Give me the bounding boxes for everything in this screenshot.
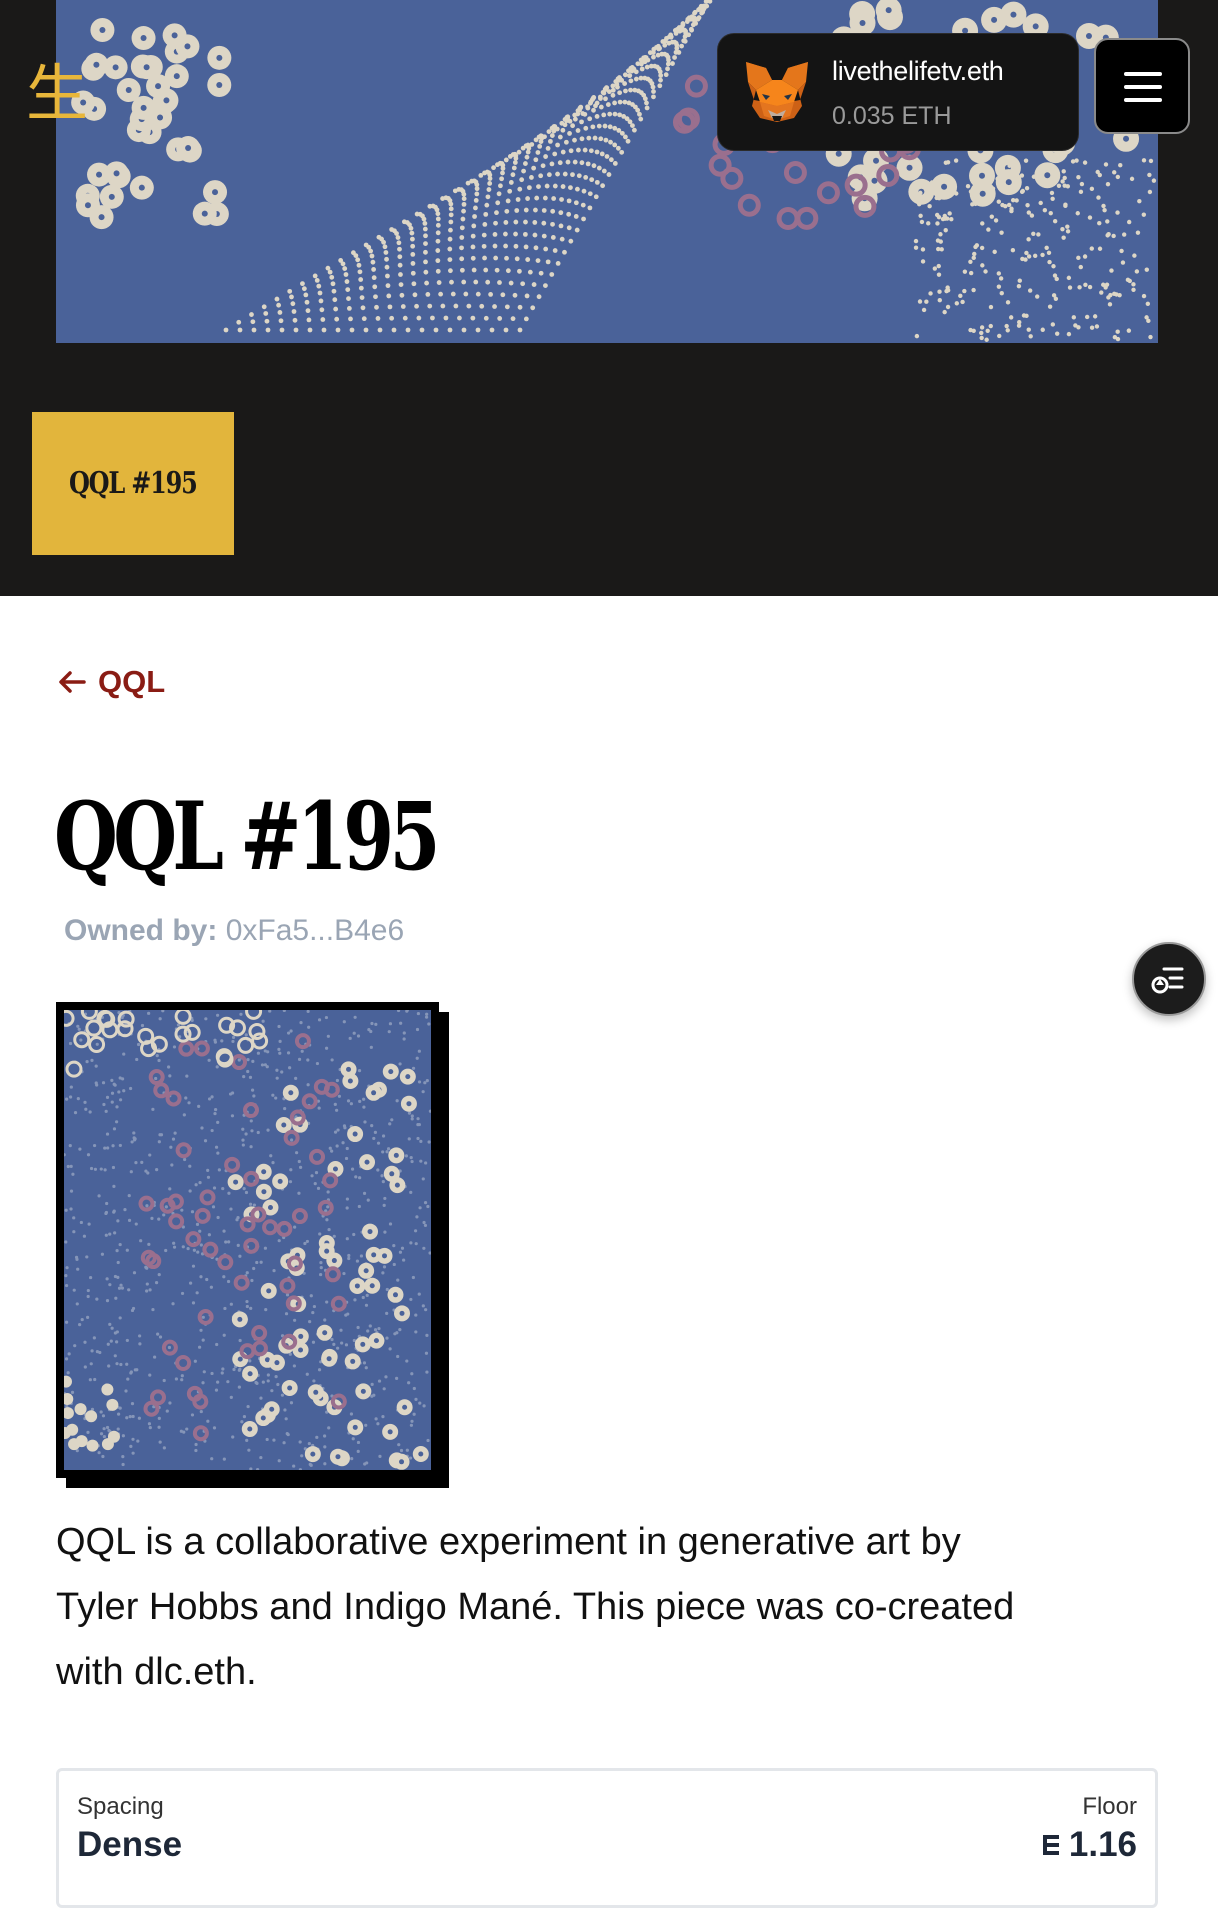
token-tag: QQL #195 bbox=[32, 412, 234, 555]
spacing-label: Spacing bbox=[77, 1793, 164, 1820]
page-header: 生 livethelifetv.eth 0.035 ETH QQL #195 bbox=[0, 0, 1218, 596]
floor-label: Floor bbox=[1082, 1793, 1137, 1820]
site-logo[interactable]: 生 bbox=[26, 58, 88, 130]
artwork-image bbox=[64, 1010, 431, 1470]
back-to-collection-link[interactable]: QQL bbox=[56, 664, 165, 700]
token-tag-label: QQL #195 bbox=[69, 466, 198, 501]
wallet-button[interactable]: livethelifetv.eth 0.035 ETH bbox=[718, 34, 1078, 150]
owned-by-label: Owned by: bbox=[64, 914, 218, 947]
artwork-preview[interactable] bbox=[56, 1002, 450, 1490]
metamask-fox-icon bbox=[746, 62, 808, 122]
wallet-ens-name: livethelifetv.eth bbox=[832, 56, 1004, 86]
floor-value: 1.16 bbox=[1068, 1825, 1137, 1864]
artwork-frame bbox=[56, 1002, 439, 1478]
floor-price: 1.16 bbox=[1041, 1825, 1137, 1865]
hamburger-menu-icon bbox=[1124, 72, 1162, 76]
owner-address[interactable]: 0xFa5...B4e6 bbox=[226, 914, 404, 947]
wallet-balance: 0.035 ETH bbox=[832, 102, 952, 130]
eth-icon bbox=[1042, 1835, 1059, 1855]
owner-info: Owned by: 0xFa5...B4e6 bbox=[64, 914, 404, 948]
traits-list-icon bbox=[1151, 967, 1184, 994]
traits-toggle-button[interactable] bbox=[1132, 942, 1206, 1016]
arrow-left-icon bbox=[59, 671, 86, 693]
back-link-label: QQL bbox=[98, 664, 166, 699]
token-title: QQL #195 bbox=[54, 782, 441, 892]
traits-card: Spacing Dense Floor 1.16 bbox=[56, 1768, 1158, 1908]
hamburger-menu-button[interactable] bbox=[1094, 38, 1190, 134]
token-description: QQL is a collaborative experiment in gen… bbox=[56, 1521, 1015, 1693]
spacing-value: Dense bbox=[77, 1825, 183, 1864]
